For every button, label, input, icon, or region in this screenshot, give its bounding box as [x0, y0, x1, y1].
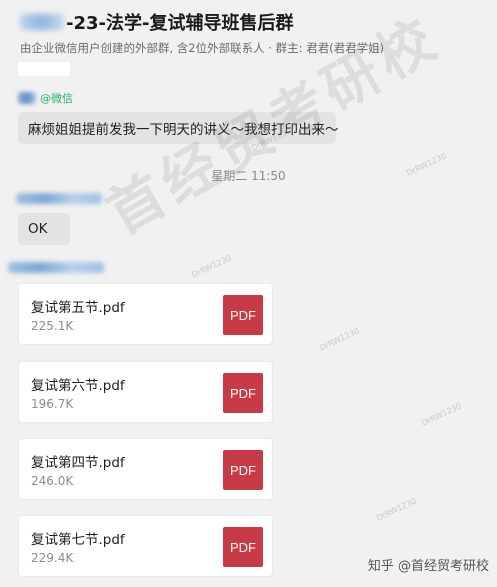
- pdf-file-icon: PDF: [223, 450, 263, 490]
- file-name: 复试第四节.pdf: [31, 455, 125, 471]
- redacted-sender-name: [8, 262, 104, 273]
- file-size: 225.1K: [31, 319, 74, 333]
- tiny-watermark: DrRW1230: [420, 401, 463, 428]
- file-name: 复试第七节.pdf: [31, 532, 125, 548]
- pdf-icon-label: PDF: [230, 385, 256, 401]
- file-card[interactable]: 复试第七节.pdf 229.4K PDF: [18, 515, 273, 577]
- chat-header: -23-法学-复试辅导班售后群 由企业微信用户创建的外部群, 含2位外部联系人 …: [0, 0, 497, 60]
- file-size: 246.0K: [31, 474, 74, 488]
- tiny-watermark: DrRW1230: [375, 496, 418, 523]
- sender-row-1: @微信: [18, 90, 73, 106]
- tiny-watermark: DrRW1230: [190, 253, 233, 280]
- redacted-sender-name: [16, 193, 102, 204]
- redacted-sender-name: [18, 92, 36, 104]
- chat-title-row[interactable]: -23-法学-复试辅导班售后群: [20, 8, 293, 36]
- message-text: 麻烦姐姐提前发我一下明天的讲义～我想打印出来～: [28, 122, 339, 138]
- file-size: 196.7K: [31, 397, 74, 411]
- file-card[interactable]: 复试第四节.pdf 246.0K PDF: [18, 438, 273, 500]
- file-size: 229.4K: [31, 551, 74, 565]
- sender-row-3: [8, 262, 104, 273]
- file-card[interactable]: 复试第五节.pdf 225.1K PDF: [18, 283, 273, 345]
- file-name: 复试第六节.pdf: [31, 378, 125, 394]
- tiny-watermark: DrRW1230: [318, 326, 361, 353]
- pdf-file-icon: PDF: [223, 373, 263, 413]
- message-text: OK: [28, 221, 48, 237]
- redacted-title-prefix: [20, 14, 64, 30]
- wechat-source-tag: @微信: [40, 92, 73, 105]
- pdf-file-icon: PDF: [223, 527, 263, 567]
- chat-title: -23-法学-复试辅导班售后群: [66, 13, 294, 34]
- chat-subtitle: 由企业微信用户创建的外部群, 含2位外部联系人 · 群主: 君君(君君学姐): [20, 41, 385, 55]
- pdf-icon-label: PDF: [230, 539, 256, 555]
- file-name: 复试第五节.pdf: [31, 300, 125, 316]
- sender-row-2: [16, 193, 102, 204]
- file-card[interactable]: 复试第六节.pdf 196.7K PDF: [18, 361, 273, 423]
- pdf-file-icon: PDF: [223, 295, 263, 335]
- previous-message-stub: [18, 62, 70, 76]
- pdf-icon-label: PDF: [230, 307, 256, 323]
- pdf-icon-label: PDF: [230, 462, 256, 478]
- message-bubble-ok[interactable]: OK: [18, 213, 70, 245]
- source-credit: 知乎 @首经贸考研校: [367, 559, 489, 574]
